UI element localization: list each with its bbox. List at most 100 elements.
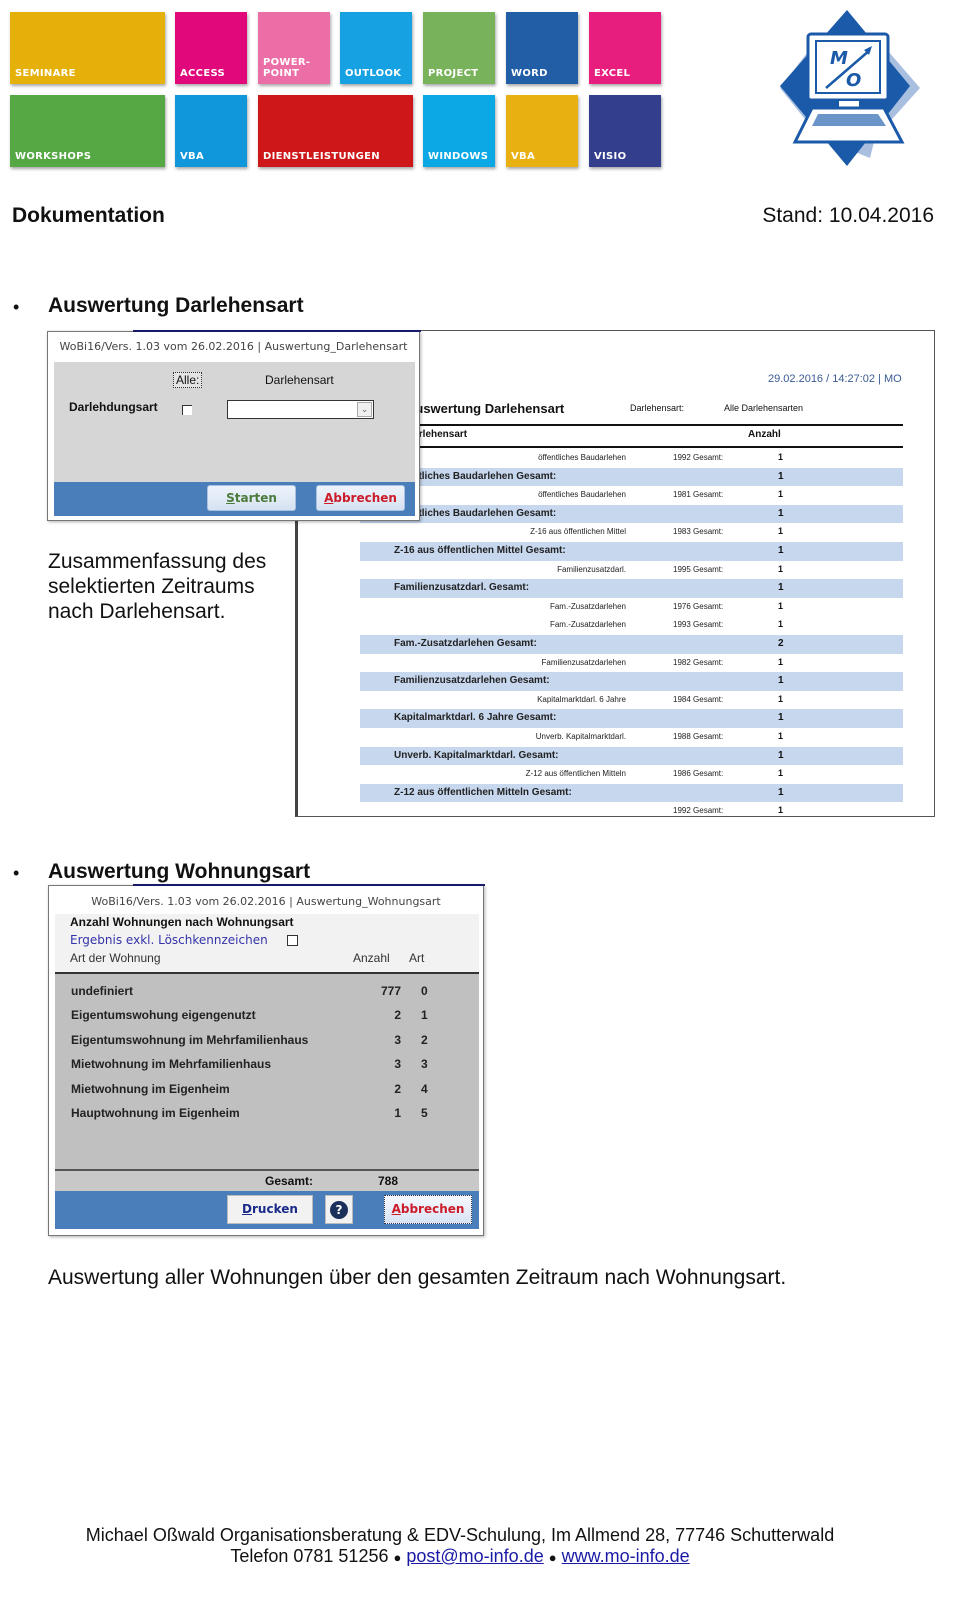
wohnungsart-row[interactable]: Eigentumswohnung im Mehrfamilienhaus 3 2 [55, 1029, 479, 1051]
report-sum-row: Unverb. Kapitalmarktdarl. Gesamt: 1 [360, 746, 903, 766]
help-button[interactable]: ? [325, 1195, 353, 1224]
report-detail-row: Kapitalmarktdarl. 6 Jahre 1984 Gesamt: 1 [360, 691, 903, 710]
wohnungsart-list: undefiniert 777 0 Eigentumswohung eigengenu… [55, 974, 479, 1169]
tile-label: OUTLOOK [345, 68, 402, 79]
loan-year: 1983 Gesamt: [673, 527, 724, 537]
document-date: Stand: 10.04.2016 [762, 204, 934, 227]
tile-workshops[interactable]: WORKSHOPS [10, 95, 165, 167]
tile-label: WINDOWS [428, 151, 489, 162]
cancel-label: bbrechen [400, 1202, 465, 1216]
loan-count: 1 [778, 786, 784, 798]
apartment-count: 3 [394, 1032, 401, 1047]
loan-count: 1 [778, 749, 784, 761]
report-detail-row: Unverb. Kapitalmarktdarl. 1988 Gesamt: 1 [360, 728, 903, 747]
wohnungsart-row[interactable]: Mietwohnung im Eigenheim 2 4 [55, 1078, 479, 1100]
wohnungsart-row[interactable]: Mietwohnung im Mehrfamilienhaus 3 3 [55, 1053, 479, 1075]
apartment-type-code: 1 [421, 1008, 428, 1023]
tile-vba[interactable]: VBA [506, 95, 578, 167]
apartment-type-name: Mietwohnung im Mehrfamilienhaus [71, 1057, 272, 1072]
cancel-button[interactable]: Abbrechen [316, 485, 405, 511]
report-filter-value: Alle Darlehensarten [724, 403, 804, 413]
loan-year: 1993 Gesamt: [673, 620, 724, 630]
apartment-count: 2 [394, 1081, 401, 1096]
report-detail-row: Familienzusatzdarlehen 1982 Gesamt: 1 [360, 654, 903, 673]
tile-dienstleistungen[interactable]: DIENSTLEISTUNGEN [258, 95, 413, 167]
apartment-type-name: Eigentumswohnung im Mehrfamilienhaus [71, 1032, 309, 1047]
tile-power-point[interactable]: POWER- POINT [258, 12, 330, 84]
dialog-title: WoBi16/Vers. 1.03 vom 26.02.2016 | Auswe… [91, 895, 441, 908]
wohnungsart-row[interactable]: undefiniert 777 0 [55, 980, 479, 1002]
column-code: Art [409, 951, 425, 965]
tile-word[interactable]: WORD [506, 12, 578, 84]
apartment-type-name: Eigentumswohung eigengenutzt [71, 1008, 256, 1023]
alle-checkbox[interactable] [182, 405, 192, 415]
document-title: Dokumentation [12, 204, 165, 227]
loan-year: 1995 Gesamt: [673, 564, 724, 574]
tile-excel[interactable]: EXCEL [589, 12, 661, 84]
report-sum-row: öffentliches Baudarlehen Gesamt: 1 [360, 467, 903, 487]
loan-type-name: Unverb. Kapitalmarktdarl. Gesamt: [394, 749, 559, 761]
bullet-separator-icon: ● [393, 1550, 402, 1565]
chevron-down-icon[interactable]: ⌄ [357, 402, 372, 417]
cancel-button[interactable]: Abbrechen [384, 1195, 472, 1224]
tile-windows[interactable]: WINDOWS [423, 95, 495, 167]
dialog-footer: Drucken ? Abbrechen [55, 1191, 479, 1229]
loan-type-name: Familienzusatzdarl. Gesamt: [394, 582, 530, 594]
apartment-type-name: Hauptwohnung im Eigenheim [71, 1106, 240, 1120]
loan-year: 1992 Gesamt: [673, 806, 724, 816]
report-detail-row: Familienzusatzdarl. 1995 Gesamt: 1 [360, 561, 903, 580]
print-button[interactable]: Drucken [227, 1195, 313, 1224]
report-detail-row: Z-12 aus öffentlichen Mitteln 1986 Gesamt… [360, 765, 903, 784]
tile-label: ACCESS [180, 68, 226, 79]
apartment-count: 1 [394, 1106, 401, 1120]
tile-seminare[interactable]: SEMINARE [10, 12, 165, 84]
loan-count: 1 [778, 582, 784, 594]
tile-project[interactable]: PROJECT [423, 12, 495, 84]
column-count: Anzahl [353, 951, 390, 965]
report-detail-row: Fam.-Zusatzdarlehen 1976 Gesamt: 1 [360, 598, 903, 617]
apartment-type-name: Mietwohnung im Eigenheim [71, 1081, 230, 1096]
apartment-count: 777 [380, 984, 401, 998]
dialog-footer: Starten Abbrechen [54, 482, 415, 516]
tile-visio[interactable]: VISIO [589, 95, 661, 167]
mo-logo: M O [780, 10, 920, 166]
wohnungsart-heading: Anzahl Wohnungen nach Wohnungsart [70, 915, 294, 929]
tile-vba[interactable]: VBA [175, 95, 247, 167]
alle-label: Alle: [173, 372, 203, 388]
loan-count: 1 [778, 470, 784, 482]
wohnungsart-row[interactable]: Eigentumswohung eigengenutzt 2 1 [55, 1004, 479, 1026]
tile-label: EXCEL [594, 68, 631, 79]
print-accesskey: D [242, 1202, 253, 1216]
apartment-count: 2 [394, 1008, 401, 1023]
website-link[interactable]: www.mo-info.de [562, 1546, 690, 1566]
tile-access[interactable]: ACCESS [175, 12, 247, 84]
wohnungsart-row[interactable]: Hauptwohnung im Eigenheim 1 5 [55, 1102, 479, 1124]
report-rule [360, 424, 903, 426]
dialog-title: WoBi16/Vers. 1.03 vom 26.02.2016 | Auswe… [59, 340, 408, 353]
dialog-top-border [133, 330, 421, 332]
email-link[interactable]: post@mo-info.de [406, 1546, 543, 1566]
darlehensart-column-label: Darlehensart [265, 373, 334, 387]
report-heading: Auswertung Darlehensart [406, 401, 565, 416]
report-detail-row: Z-16 aus öffentlichen Mittel 1983 Gesamt:… [360, 523, 903, 542]
footer-address: Michael Oßwald Organisationsberatung & E… [85, 1525, 835, 1545]
exclude-deleted-checkbox[interactable] [287, 935, 298, 946]
tile-label: WORD [511, 68, 548, 79]
tile-label: SEMINARE [15, 68, 76, 79]
loan-type-name: öffentliches Baudarlehen [538, 490, 626, 500]
loan-count: 1 [778, 489, 784, 500]
loan-count: 1 [778, 656, 784, 667]
cancel-accesskey: A [391, 1202, 401, 1216]
tile-outlook[interactable]: OUTLOOK [340, 12, 412, 84]
start-button[interactable]: Starten [207, 485, 296, 511]
loan-type-name: Fam.-Zusatzdarlehen [549, 620, 626, 630]
tile-label: POWER- POINT [263, 57, 311, 79]
report-column-count: Anzahl [748, 429, 781, 440]
bullet-icon: • [13, 297, 20, 317]
apartment-type-code: 5 [421, 1106, 428, 1120]
darlehensart-combobox[interactable]: ⌄ [227, 400, 374, 419]
loan-year: 1976 Gesamt: [673, 601, 724, 611]
svg-text:M: M [830, 48, 848, 69]
tile-label: VBA [180, 151, 205, 162]
loan-count: 1 [778, 544, 784, 556]
